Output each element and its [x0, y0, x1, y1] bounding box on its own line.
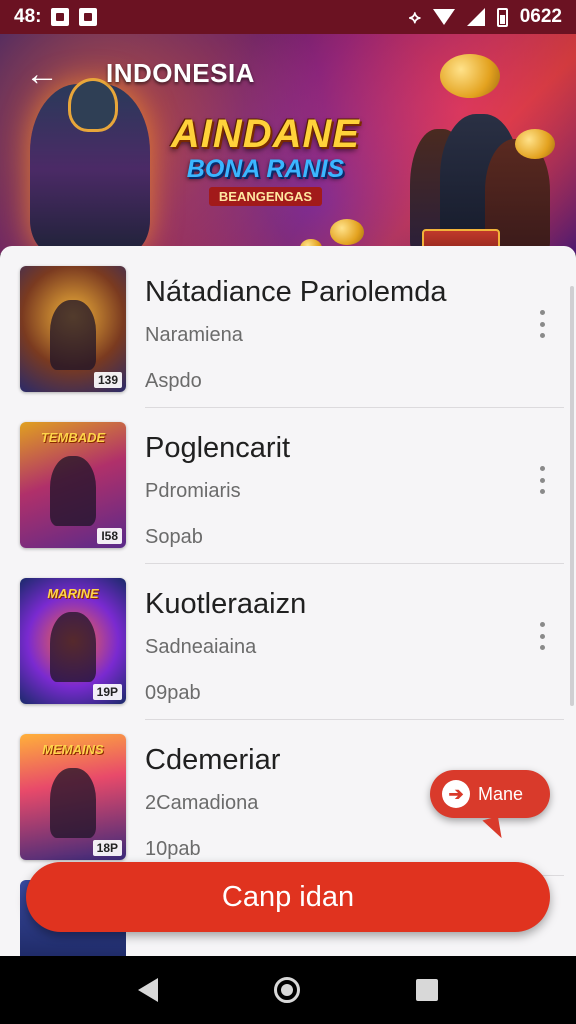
logo-main-text: AINDANE [170, 112, 361, 156]
content-sheet: 139 Nátadiance Pariolemda Naramiena Aspd… [0, 246, 576, 956]
signal-icon [466, 8, 485, 26]
game-thumbnail: MEMAINS 18P [20, 734, 126, 860]
item-meta: 09pab [145, 682, 201, 704]
notification-icon [51, 8, 70, 26]
list-item[interactable]: TEMBADE I58 Poglencarit Pdromiaris Sopab [0, 408, 576, 564]
item-meta: 10pab [145, 838, 201, 860]
list-item[interactable]: 139 Nátadiance Pariolemda Naramiena Aspd… [0, 252, 576, 408]
item-meta: Sopab [145, 526, 203, 548]
more-chip-button[interactable]: ➔ Mane [430, 770, 550, 818]
coin-icon [515, 129, 555, 159]
system-nav-bar [0, 956, 576, 1024]
vibrate-icon: ⟡ [408, 6, 421, 27]
thumbnail-title: TEMBADE [40, 430, 106, 445]
app-notification-icon [79, 8, 98, 26]
nav-back-icon[interactable] [138, 978, 158, 1002]
battery-icon [496, 7, 508, 27]
item-subtitle: 2Camadiona [145, 792, 259, 814]
game-thumbnail: 139 [20, 266, 126, 392]
thumbnail-badge: 19P [92, 684, 122, 700]
chip-label: Mane [478, 783, 524, 804]
game-thumbnail: TEMBADE I58 [20, 422, 126, 548]
nav-home-icon[interactable] [274, 977, 300, 1003]
more-options-icon[interactable] [530, 618, 554, 654]
primary-action-button[interactable]: Canp idan [26, 862, 550, 932]
thumbnail-title: MEMAINS [42, 742, 104, 757]
hero-warrior-image [30, 78, 150, 254]
list-item[interactable]: MARINE 19P Kuotleraaizn Sadneaiaina 09pa… [0, 564, 576, 720]
game-logo: AINDANE BONA RANIS BEANGENGAS [168, 112, 363, 206]
item-title: Nátadiance Pariolemda [145, 276, 447, 308]
item-meta: Aspdo [145, 370, 202, 392]
thumbnail-figure [50, 456, 96, 526]
page-title: INDONESIA [106, 58, 255, 88]
logo-sub-text: BONA RANIS [186, 155, 345, 183]
more-options-icon[interactable] [530, 306, 554, 342]
nav-recents-icon[interactable] [416, 979, 438, 1001]
wifi-icon [432, 9, 455, 25]
thumbnail-badge: 139 [93, 372, 122, 388]
status-bar: 48: ⟡ 0622 [0, 0, 576, 34]
arrow-right-icon: ➔ [442, 780, 470, 808]
thumbnail-badge: 18P [92, 840, 122, 856]
item-title: Kuotleraaizn [145, 588, 307, 620]
game-thumbnail: MARINE 19P [20, 578, 126, 704]
thumbnail-figure [50, 300, 96, 370]
status-left: 48: [14, 6, 98, 28]
item-subtitle: Pdromiaris [145, 480, 241, 502]
more-options-icon[interactable] [530, 462, 554, 498]
item-subtitle: Naramiena [145, 324, 243, 346]
coin-icon [440, 54, 500, 98]
status-clock: 0622 [519, 6, 562, 27]
thumbnail-figure [50, 612, 96, 682]
thumbnail-figure [50, 768, 96, 838]
back-arrow-icon[interactable]: ← [22, 54, 62, 94]
scrollbar[interactable] [570, 286, 574, 706]
thumbnail-title: MARINE [47, 586, 99, 601]
item-title: Poglencarit [145, 432, 291, 464]
status-right: ⟡ 0622 [409, 6, 562, 28]
status-time: 48: [14, 6, 42, 27]
item-subtitle: Sadneaiaina [145, 636, 257, 658]
logo-tag-text: BEANGENGAS [208, 187, 323, 206]
item-title: Cdemeriar [145, 744, 281, 776]
hero-banner: ← INDONESIA AINDANE BONA RANIS BEANGENGA… [0, 34, 576, 254]
thumbnail-badge: I58 [97, 528, 122, 544]
coin-icon [330, 219, 364, 245]
